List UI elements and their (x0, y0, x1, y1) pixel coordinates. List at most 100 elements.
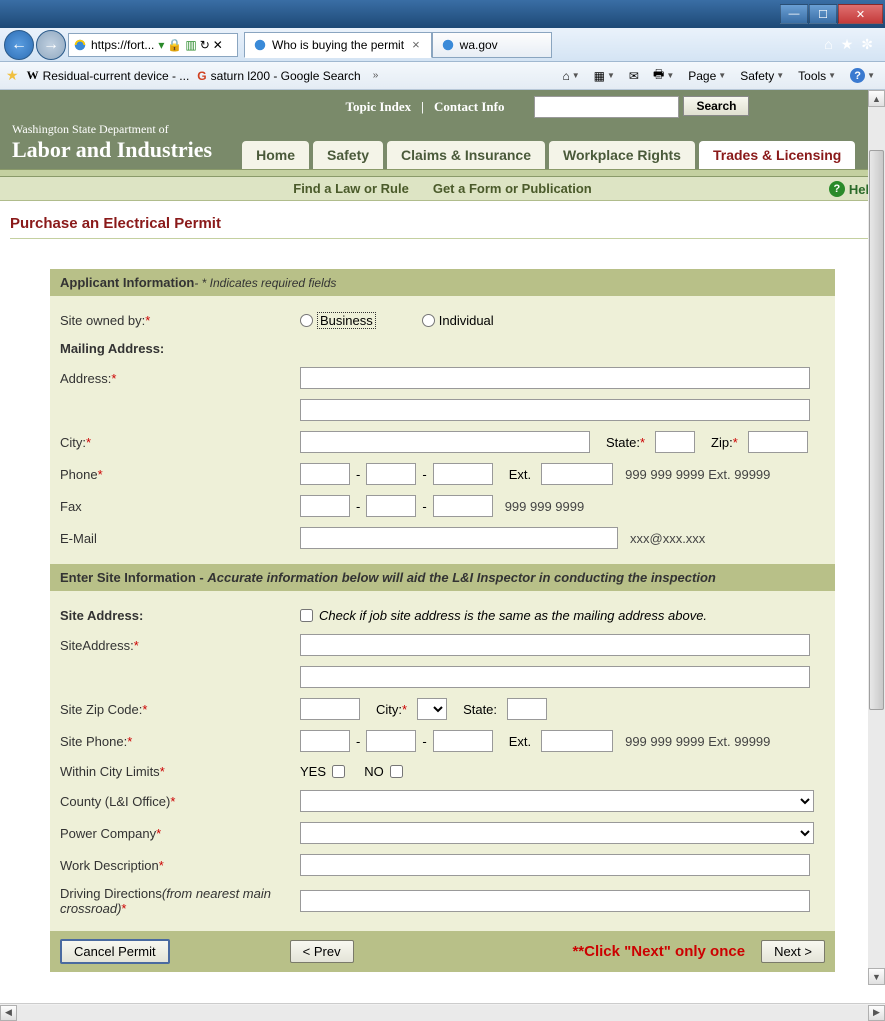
scroll-left-icon[interactable]: ◀ (0, 1005, 17, 1021)
label-site-state: State: (463, 702, 497, 717)
section-applicant-header: Applicant Information- * Indicates requi… (50, 269, 835, 296)
input-site-zip[interactable] (300, 698, 360, 720)
checkbox-same-address[interactable] (300, 609, 313, 622)
radio-individual[interactable] (422, 314, 435, 327)
input-fax-1[interactable] (300, 495, 350, 517)
browser-tab[interactable]: wa.gov (432, 32, 552, 58)
cmd-print-button[interactable]: 🖶▼ (649, 63, 678, 88)
page-viewport: Topic Index | Contact Info Search Washin… (0, 90, 885, 1003)
label-driving-directions: Driving Directions(from nearest main cro… (60, 886, 300, 916)
find-law-link[interactable]: Find a Law or Rule (293, 181, 409, 196)
input-phone-3[interactable] (433, 463, 493, 485)
tab-title: wa.gov (460, 38, 498, 52)
contact-info-link[interactable]: Contact Info (434, 99, 504, 115)
input-site-address-1[interactable] (300, 634, 810, 656)
cmd-help-menu[interactable]: ?▼ (846, 66, 879, 85)
cmd-safety-menu[interactable]: Safety▼ (736, 67, 788, 85)
horizontal-scrollbar[interactable]: ◀ ▶ (0, 1003, 885, 1021)
cmd-feeds-button[interactable]: ▦▼ (590, 67, 619, 85)
checkbox-limits-no[interactable] (390, 765, 403, 778)
stop-icon[interactable]: ✕ (213, 38, 223, 52)
topic-index-link[interactable]: Topic Index (346, 99, 412, 115)
label-site-zip: Site Zip Code:* (60, 702, 300, 717)
input-site-phone-ext[interactable] (541, 730, 613, 752)
address-bar[interactable]: https://fort... ▾ 🔒 ▥ ↻ ✕ (68, 33, 238, 57)
input-work-description[interactable] (300, 854, 810, 876)
sub-nav-bar: Find a Law or Rule Get a Form or Publica… (0, 177, 885, 201)
google-icon: G (197, 69, 206, 83)
label-site-city: City:* (376, 702, 407, 717)
scroll-thumb[interactable] (869, 150, 884, 710)
window-close-button[interactable]: ✕ (838, 4, 883, 24)
site-logo[interactable]: Washington State Department of Labor and… (12, 122, 212, 169)
site-search-button[interactable]: Search (683, 96, 749, 116)
get-form-link[interactable]: Get a Form or Publication (433, 181, 592, 196)
input-phone-2[interactable] (366, 463, 416, 485)
site-search-input[interactable] (534, 96, 679, 118)
scroll-right-icon[interactable]: ▶ (868, 1005, 885, 1021)
input-address-1[interactable] (300, 367, 810, 389)
tab-claims[interactable]: Claims & Insurance (387, 141, 545, 169)
select-county[interactable] (300, 790, 814, 812)
label-site-phone: Site Phone:* (60, 734, 300, 749)
compat-icon[interactable]: ▥ (185, 38, 196, 52)
checkbox-limits-yes[interactable] (332, 765, 345, 778)
label-zip: Zip:* (711, 435, 738, 450)
scroll-down-icon[interactable]: ▼ (868, 968, 885, 985)
browser-nav-row: ← → https://fort... ▾ 🔒 ▥ ↻ ✕ Who is buy… (0, 28, 885, 62)
browser-tab-active[interactable]: Who is buying the permit × (244, 32, 432, 58)
input-site-phone-3[interactable] (433, 730, 493, 752)
back-button[interactable]: ← (4, 30, 34, 60)
window-minimize-button[interactable]: — (780, 4, 808, 24)
input-city[interactable] (300, 431, 590, 453)
tab-home[interactable]: Home (242, 141, 309, 169)
tools-gear-icon[interactable]: ✼ (861, 36, 873, 53)
input-fax-3[interactable] (433, 495, 493, 517)
scroll-up-icon[interactable]: ▲ (868, 90, 885, 107)
favorite-link[interactable]: G saturn l200 - Google Search (197, 69, 360, 83)
cmd-tools-menu[interactable]: Tools▼ (794, 67, 840, 85)
input-phone-1[interactable] (300, 463, 350, 485)
refresh-icon[interactable]: ↻ (200, 38, 210, 52)
label-power-company: Power Company* (60, 826, 300, 841)
vertical-scrollbar[interactable]: ▲ ▼ (868, 90, 885, 985)
input-site-phone-1[interactable] (300, 730, 350, 752)
input-site-address-2[interactable] (300, 666, 810, 688)
cmd-page-menu[interactable]: Page▼ (684, 67, 730, 85)
input-email[interactable] (300, 527, 618, 549)
input-state[interactable] (655, 431, 695, 453)
next-button[interactable]: Next > (761, 940, 825, 963)
label-fax: Fax (60, 499, 300, 514)
input-site-phone-2[interactable] (366, 730, 416, 752)
input-driving-directions[interactable] (300, 890, 810, 912)
input-address-2[interactable] (300, 399, 810, 421)
favorites-star-icon[interactable]: ★ (841, 36, 854, 53)
prev-button[interactable]: < Prev (290, 940, 354, 963)
mail-icon: ✉ (629, 69, 639, 83)
tab-trades-licensing[interactable]: Trades & Licensing (699, 141, 855, 169)
select-power-company[interactable] (300, 822, 814, 844)
favorite-link[interactable]: W Residual-current device - ... (27, 68, 190, 83)
add-favorite-icon[interactable]: ★ (6, 67, 19, 84)
window-maximize-button[interactable]: ☐ (809, 4, 837, 24)
home-icon[interactable]: ⌂ (824, 36, 832, 53)
label-same-address: Check if job site address is the same as… (319, 608, 707, 623)
label-work-description: Work Description* (60, 858, 300, 873)
label-state: State:* (606, 435, 645, 450)
cancel-permit-button[interactable]: Cancel Permit (60, 939, 170, 964)
input-zip[interactable] (748, 431, 808, 453)
input-fax-2[interactable] (366, 495, 416, 517)
wikipedia-icon: W (27, 68, 39, 83)
input-phone-ext[interactable] (541, 463, 613, 485)
radio-business[interactable] (300, 314, 313, 327)
tab-close-icon[interactable]: × (409, 37, 423, 52)
forward-button[interactable]: → (36, 30, 66, 60)
input-site-state[interactable] (507, 698, 547, 720)
favorites-overflow-icon[interactable]: » (369, 70, 383, 81)
print-icon: 🖶 (653, 65, 664, 86)
cmd-mail-button[interactable]: ✉ (625, 67, 643, 85)
cmd-home-button[interactable]: ⌂▼ (558, 67, 583, 85)
tab-workplace-rights[interactable]: Workplace Rights (549, 141, 695, 169)
tab-safety[interactable]: Safety (313, 141, 383, 169)
select-site-city[interactable] (417, 698, 447, 720)
